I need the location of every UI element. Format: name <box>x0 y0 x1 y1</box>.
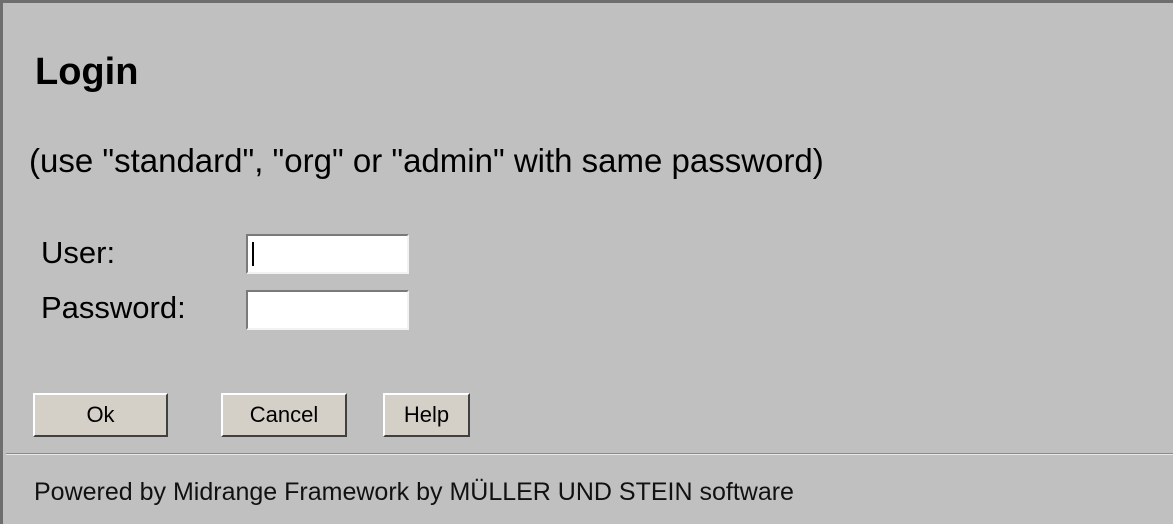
footer-divider <box>6 453 1173 455</box>
user-input[interactable] <box>246 234 409 274</box>
login-hint: (use "standard", "org" or "admin" with s… <box>29 142 824 179</box>
page-title: Login <box>35 51 139 93</box>
password-input[interactable] <box>246 290 409 330</box>
cancel-button[interactable]: Cancel <box>221 393 347 437</box>
login-page: Login (use "standard", "org" or "admin" … <box>0 0 1173 524</box>
footer-text: Powered by Midrange Framework by MÜLLER … <box>34 478 794 506</box>
text-cursor <box>252 242 254 266</box>
ok-button[interactable]: Ok <box>33 393 168 437</box>
help-button[interactable]: Help <box>383 393 470 437</box>
user-label: User: <box>41 235 116 270</box>
password-label: Password: <box>41 290 186 325</box>
